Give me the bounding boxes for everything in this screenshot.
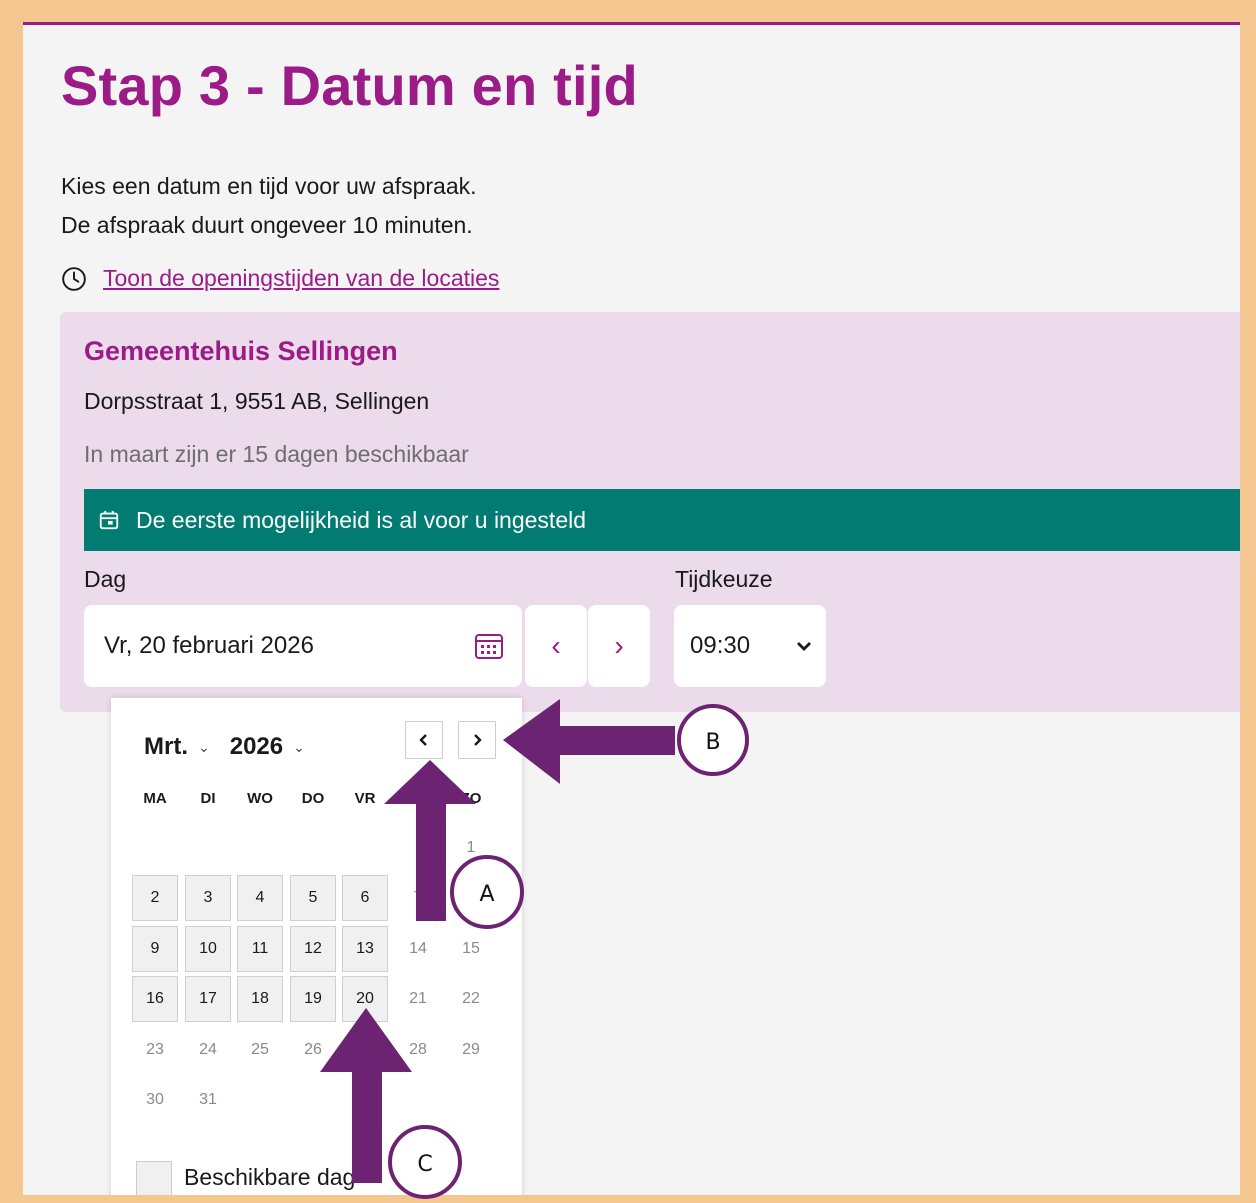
calendar-day: 1 <box>466 839 476 856</box>
calendar-day: 27 <box>356 1041 374 1058</box>
previous-month-button[interactable] <box>405 721 443 759</box>
opening-hours-link[interactable]: Toon de openingstijden van de locaties <box>61 265 499 292</box>
calendar-day-available[interactable]: 10 <box>185 926 231 972</box>
year-select[interactable]: 2026 ⌄ <box>230 733 305 761</box>
calendar-day-available[interactable]: 18 <box>237 976 283 1022</box>
calendar-picker-icon[interactable] <box>474 632 504 660</box>
legend-label: Beschikbare dag <box>184 1164 356 1190</box>
calendar-popup: Mrt. ⌄ 2026 ⌄ MA DI WO DO VR ZA ZO 1 2 3 4 5 6 7 8 9 10 1… <box>111 698 522 1195</box>
intro-text-1: Kies een datum en tijd voor uw afspraak. <box>61 173 477 199</box>
month-select[interactable]: Mrt. ⌄ <box>144 733 210 761</box>
time-value: 09:30 <box>690 632 751 659</box>
calendar-day: 8 <box>466 889 476 906</box>
chevron-left-icon <box>419 734 427 746</box>
calendar-day-available[interactable]: 16 <box>132 976 178 1022</box>
calendar-day: 28 <box>409 1041 427 1058</box>
calendar-header: Mrt. ⌄ 2026 ⌄ <box>144 733 305 761</box>
weekday-header: ZA <box>408 790 428 807</box>
time-select[interactable]: 09:30 <box>674 605 826 687</box>
time-label: Tijdkeuze <box>675 566 773 592</box>
clock-icon <box>62 266 86 291</box>
calendar-day-available[interactable]: 11 <box>237 926 283 972</box>
calendar-day-available[interactable]: 13 <box>342 926 388 972</box>
availability-text: In maart zijn er 15 dagen beschikbaar <box>84 441 469 467</box>
month-value: Mrt. <box>144 733 188 760</box>
chevron-down-icon: ⌄ <box>293 738 305 755</box>
previous-day-button[interactable]: ‹ <box>525 605 587 687</box>
weekday-header: DI <box>200 790 216 807</box>
calendar-icon <box>99 510 119 530</box>
calendar-day: 23 <box>146 1041 164 1058</box>
first-option-notice: De eerste mogelijkheid is al voor u inge… <box>84 489 1240 551</box>
calendar-day-available[interactable]: 4 <box>237 875 283 921</box>
date-value: Vr, 20 februari 2026 <box>104 632 314 659</box>
calendar-day-available[interactable]: 2 <box>132 875 178 921</box>
calendar-day: 31 <box>199 1091 217 1108</box>
calendar-day: 21 <box>409 990 427 1007</box>
next-month-button[interactable] <box>458 721 496 759</box>
calendar-day: 30 <box>146 1091 164 1108</box>
day-label: Dag <box>84 566 127 592</box>
chevron-right-icon <box>474 734 482 746</box>
date-input[interactable]: Vr, 20 februari 2026 <box>84 605 522 687</box>
year-value: 2026 <box>229 733 284 760</box>
calendar-day-available[interactable]: 20 <box>342 976 388 1022</box>
location-address: Dorpsstraat 1, 9551 AB, Sellingen <box>84 388 430 414</box>
notice-text: De eerste mogelijkheid is al voor u inge… <box>136 506 587 533</box>
calendar-day-available[interactable]: 6 <box>342 875 388 921</box>
calendar-day: 29 <box>462 1041 480 1058</box>
calendar-day: 24 <box>199 1041 217 1058</box>
calendar-day: 7 <box>413 889 423 906</box>
intro-text-2: De afspraak duurt ongeveer 10 minuten. <box>61 212 473 238</box>
calendar-day-available[interactable]: 5 <box>290 875 336 921</box>
calendar-day: 22 <box>462 990 480 1007</box>
calendar-day: 26 <box>304 1041 322 1058</box>
legend-swatch <box>136 1161 172 1195</box>
next-day-button[interactable]: › <box>588 605 650 687</box>
weekday-header: WO <box>247 790 273 807</box>
calendar-day-available[interactable]: 12 <box>290 926 336 972</box>
calendar-day-available[interactable]: 19 <box>290 976 336 1022</box>
weekday-header: DO <box>301 790 325 807</box>
chevron-down-icon <box>797 642 811 651</box>
calendar-day-available[interactable]: 17 <box>185 976 231 1022</box>
calendar-day: 15 <box>462 940 480 957</box>
weekday-header: VR <box>354 790 376 807</box>
calendar-day: 14 <box>409 940 427 957</box>
calendar-day-available[interactable]: 9 <box>132 926 178 972</box>
location-name: Gemeentehuis Sellingen <box>84 336 398 366</box>
opening-hours-link-label[interactable]: Toon de openingstijden van de locaties <box>103 265 499 292</box>
location-card: Gemeentehuis Sellingen Dorpsstraat 1, 95… <box>60 312 1240 712</box>
page-title: Stap 3 - Datum en tijd <box>61 54 638 117</box>
calendar-day-available[interactable]: 3 <box>185 875 231 921</box>
page: Stap 3 - Datum en tijd Kies een datum en… <box>23 22 1240 1195</box>
calendar-day: 25 <box>251 1041 269 1058</box>
weekday-header: MA <box>143 790 167 807</box>
chevron-down-icon: ⌄ <box>198 738 210 755</box>
weekday-header: ZO <box>460 790 482 807</box>
